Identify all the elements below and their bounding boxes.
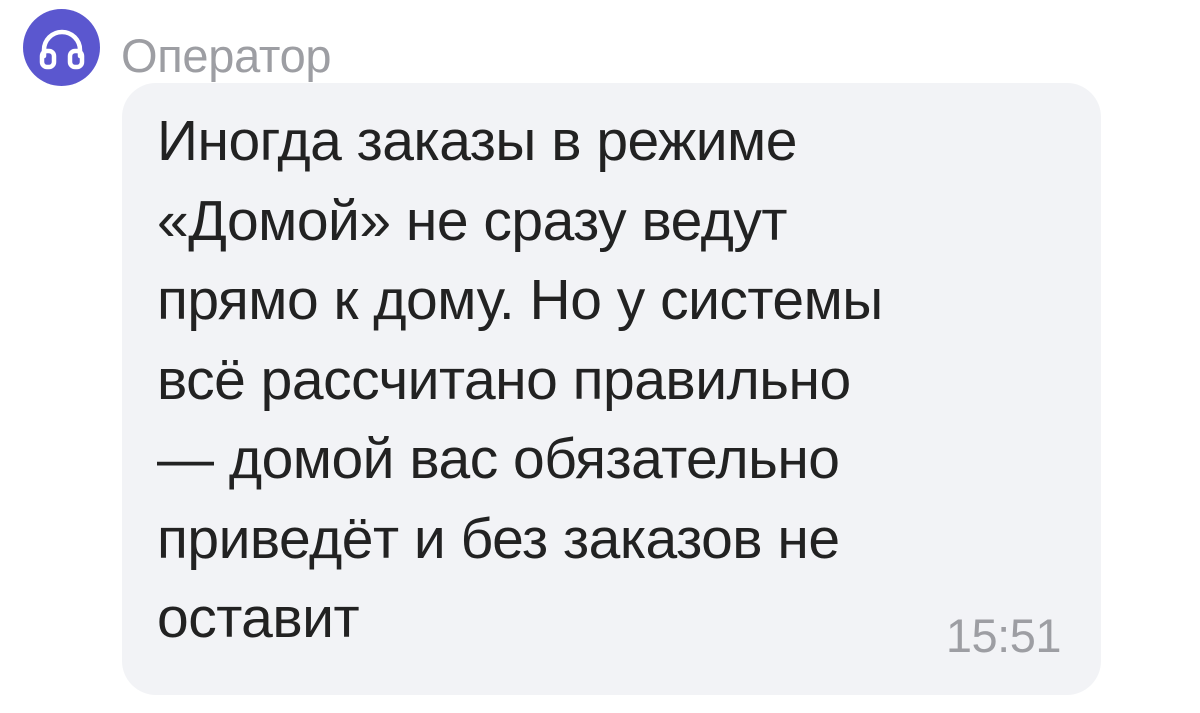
message-line: прямо к дому. Но у системы — [157, 268, 883, 332]
message-line: Иногда заказы в режиме — [157, 109, 797, 173]
operator-avatar[interactable] — [23, 9, 100, 86]
message-timestamp: 15:51 — [945, 609, 1062, 662]
message-text: Иногда заказы в режиме «Домой» не сразу … — [157, 102, 1057, 659]
message-line: приведёт и без заказов не — [157, 506, 840, 571]
message-line: оставит — [157, 586, 360, 650]
sender-name: Оператор — [121, 29, 332, 82]
message-line: всё рассчитано правильно — [157, 347, 851, 412]
message-line: «Домой» не сразу ведут — [157, 188, 787, 253]
headphones-icon — [37, 26, 87, 70]
message-bubble[interactable]: Иногда заказы в режиме «Домой» не сразу … — [122, 83, 1101, 695]
message-line: — домой вас обязательно — [157, 427, 840, 491]
